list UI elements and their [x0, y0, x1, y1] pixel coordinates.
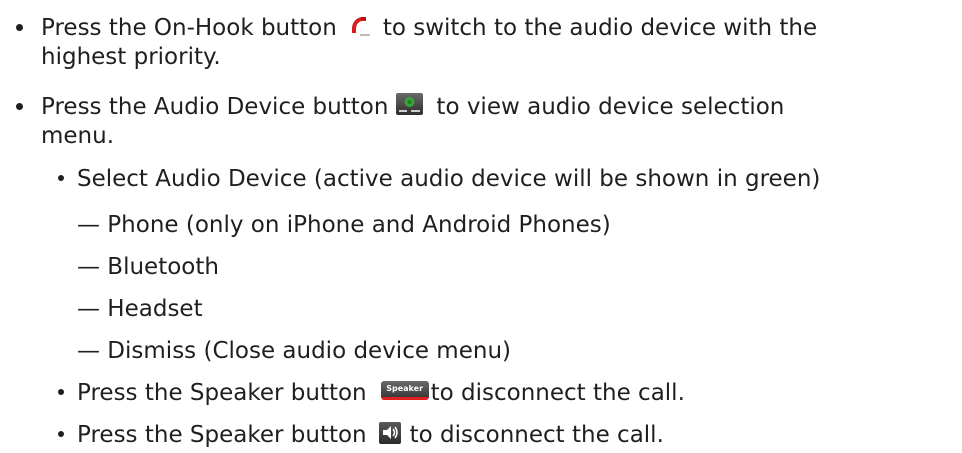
sub-bullet	[58, 389, 64, 395]
bullet	[16, 103, 23, 110]
speaker-vol-text-after: to disconnect the call.	[409, 422, 664, 448]
sub-bullet	[58, 175, 64, 181]
sub-bullet	[58, 431, 64, 437]
select-audio-device-heading: Select Audio Device (active audio device…	[77, 166, 821, 192]
device-item-phone: — Phone (only on iPhone and Android Phon…	[77, 212, 611, 238]
onhook-instruction: Press the On-Hook button to switch to th…	[41, 14, 817, 42]
audio-text-after: to view audio device selection	[436, 94, 785, 120]
speaker-button-instruction: Press the Speaker button Speaker to discon…	[77, 379, 685, 407]
device-item-dismiss: — Dismiss (Close audio device menu)	[77, 338, 511, 364]
speaker-volume-instruction: Press the Speaker button to disconnect t…	[77, 421, 664, 449]
speaker-vol-text-before: Press the Speaker button	[77, 422, 367, 448]
speaker-text-before: Press the Speaker button	[77, 380, 367, 406]
onhook-text-before: Press the On-Hook button	[41, 15, 337, 41]
audio-device-icon	[396, 92, 424, 115]
on-hook-phone-icon	[347, 14, 373, 38]
audio-text-before: Press the Audio Device button	[41, 94, 389, 120]
audio-device-instruction-continued: menu.	[41, 123, 115, 149]
speaker-text-after: to disconnect the call.	[430, 380, 685, 406]
audio-device-instruction: Press the Audio Device button to view au…	[41, 92, 785, 121]
speaker-volume-icon	[378, 421, 401, 444]
bullet	[16, 24, 23, 31]
onhook-text-after: to switch to the audio device with the	[382, 15, 818, 41]
onhook-instruction-continued: highest priority.	[41, 44, 221, 70]
device-item-headset: — Headset	[77, 296, 203, 322]
speaker-label-button-icon: Speaker	[380, 381, 429, 400]
device-item-bluetooth: — Bluetooth	[77, 254, 219, 280]
